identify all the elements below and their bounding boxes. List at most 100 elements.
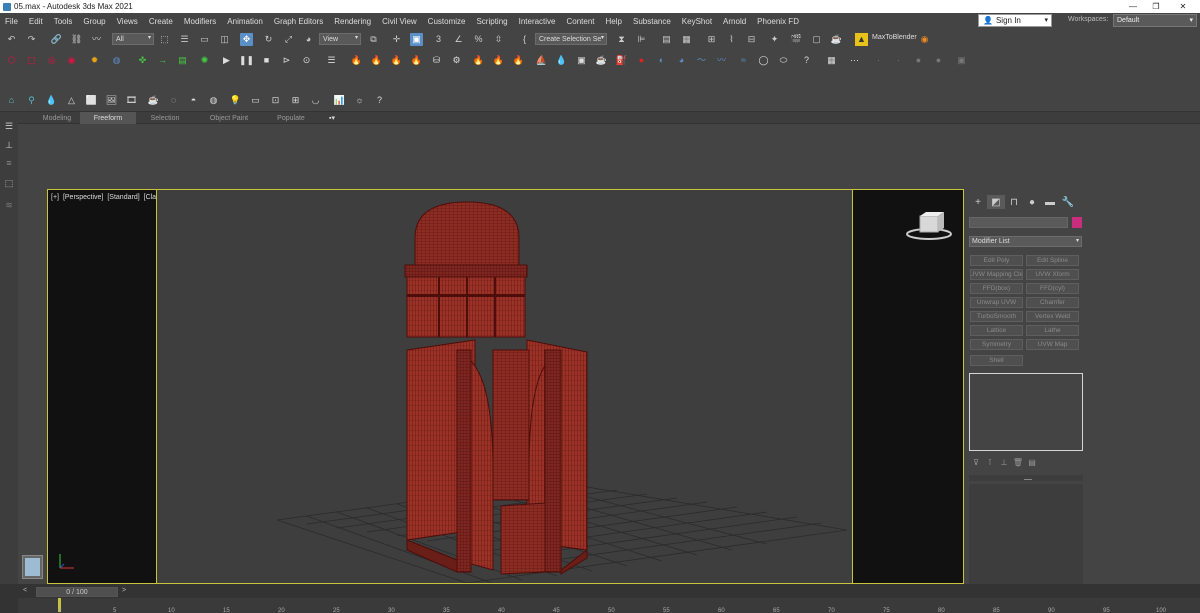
phoenix-foam-icon[interactable]: ≈ [737, 54, 750, 67]
menu-rendering[interactable]: Rendering [334, 17, 371, 26]
modifier-list-dropdown[interactable]: Modifier List ▾ [969, 236, 1082, 247]
material-editor-icon[interactable]: ✦ [768, 33, 781, 46]
menu-edit[interactable]: Edit [29, 17, 43, 26]
select-by-name-icon[interactable]: ☰ [178, 33, 191, 46]
make-unique-icon[interactable]: ⊥ [997, 457, 1011, 468]
panel-icon[interactable]: ▭ [249, 94, 262, 107]
mirror-icon[interactable]: ⧗ [615, 33, 628, 46]
phoenix-smoke-icon[interactable]: 🔥 [390, 54, 403, 67]
unlink-icon[interactable]: ⛓ [70, 33, 83, 46]
rectangular-selection-icon[interactable]: ▭ [198, 33, 211, 46]
viewport-shading-standard[interactable]: [Standard] [107, 194, 139, 201]
reset-icon[interactable]: ⊙ [300, 54, 313, 67]
show-end-result-icon[interactable]: ⊺ [983, 457, 997, 468]
modifier-shell-button[interactable]: Shell [970, 355, 1023, 366]
minimize-button[interactable]: — [1122, 0, 1144, 13]
object-name-field[interactable] [969, 217, 1068, 228]
phoenix-cup-icon[interactable]: ⛁ [430, 54, 443, 67]
place-icon[interactable]: ◕ [302, 33, 315, 46]
phoenix-red-icon[interactable]: ● [635, 54, 648, 67]
chart-icon[interactable]: 📊 [333, 94, 346, 107]
schematic-view-icon[interactable]: ⊟ [745, 33, 758, 46]
dots-icon[interactable]: ⋯ [848, 54, 861, 67]
box-icon[interactable]: ▢ [25, 54, 38, 67]
phoenix-ocean-icon[interactable]: 🔥 [512, 54, 525, 67]
display-icon[interactable]: ⬚ [3, 177, 15, 189]
phoenix-fire-icon[interactable]: 🔥 [350, 54, 363, 67]
plane-icon[interactable]: ⬜ [85, 94, 98, 107]
max-to-blender-label[interactable]: MaxToBlender [872, 34, 917, 41]
selection-filter-dropdown[interactable]: All ▾ [112, 33, 154, 45]
display-tab-icon[interactable]: ▬ [1041, 195, 1059, 209]
maximize-button[interactable]: ❐ [1145, 0, 1167, 13]
pause-icon[interactable]: ❚❚ [239, 54, 254, 67]
cone-icon[interactable]: △ [65, 94, 78, 107]
modifier-edit-poly-button[interactable]: Edit Poly [970, 255, 1023, 266]
helper-icon[interactable]: ✜ [136, 54, 149, 67]
blender-icon[interactable]: ◉ [918, 33, 931, 46]
phoenix-flame-icon[interactable]: 🔥 [472, 54, 485, 67]
modifier-stack[interactable] [969, 373, 1083, 451]
move-icon[interactable]: ✥ [240, 33, 253, 46]
help-circle-icon[interactable]: ? [373, 94, 386, 107]
phoenix-sea-icon[interactable]: 〰 [715, 54, 728, 67]
time-slider[interactable]: 0 / 100 [36, 587, 118, 597]
window-crossing-icon[interactable]: ◫ [218, 33, 231, 46]
geometry-icon[interactable]: ⬡ [5, 54, 18, 67]
dim-circle2-icon[interactable]: ● [932, 54, 945, 67]
dim-square-icon[interactable]: ▣ [955, 54, 968, 67]
angle-snap-icon[interactable]: ∠ [452, 33, 465, 46]
rendered-frame-window-icon[interactable]: ▢ [810, 33, 823, 46]
time-prev-button[interactable]: < [23, 587, 27, 594]
image-icon[interactable]: 🖼 [105, 94, 118, 107]
close-button[interactable]: ✕ [1172, 0, 1194, 13]
cylinder-icon[interactable]: ◉ [65, 54, 78, 67]
hierarchy-icon[interactable]: ⊥ [3, 139, 15, 151]
sphere-light-icon[interactable]: ◌ [167, 94, 180, 107]
pin-stack-icon[interactable]: ⊽ [969, 457, 983, 468]
menu-content[interactable]: Content [567, 17, 595, 26]
lamp-icon[interactable]: ⌂ [5, 94, 18, 107]
remove-modifier-icon[interactable]: 🗑 [1011, 457, 1025, 468]
particle-icon[interactable]: ✺ [198, 54, 211, 67]
render-setup-icon[interactable]: 🎬 [790, 33, 803, 46]
help-icon[interactable]: ? [800, 54, 813, 67]
phoenix-mesh-icon[interactable]: ◯ [757, 54, 770, 67]
viewport-layout-icon[interactable] [22, 555, 43, 579]
undo-icon[interactable]: ↶ [5, 33, 18, 46]
phoenix-ball-icon[interactable]: ◐ [655, 54, 668, 67]
viewcube-icon[interactable] [904, 212, 954, 242]
frame-icon[interactable]: ⊡ [269, 94, 282, 107]
viewport-scene[interactable] [156, 190, 853, 583]
modifier-chamfer-button[interactable]: Chamfer [1026, 297, 1079, 308]
light-bulb-icon[interactable]: ⚲ [25, 94, 38, 107]
curve-editor-icon[interactable]: ⌇ [725, 33, 738, 46]
menu-views[interactable]: Views [117, 17, 138, 26]
motion-tab-icon[interactable]: ● [1023, 195, 1041, 209]
dim-dot2-icon[interactable]: · [892, 54, 905, 67]
modifier-uvw-xform-button[interactable]: UVW Xform [1026, 269, 1079, 280]
phoenix-grid-icon[interactable]: ▦ [825, 54, 838, 67]
modifier-uvw-mapping-clear-button[interactable]: UVW Mapping Cle [970, 269, 1023, 280]
sphere-icon[interactable]: ◎ [45, 54, 58, 67]
menu-arnold[interactable]: Arnold [723, 17, 746, 26]
object-color-swatch[interactable] [1072, 217, 1082, 228]
viewport-view-label[interactable]: [Perspective] [63, 194, 103, 201]
sidebar-option-icon[interactable]: ≋ [3, 199, 15, 211]
ies-icon[interactable]: ◍ [207, 94, 220, 107]
rotate-icon[interactable]: ↻ [262, 33, 275, 46]
dome-icon[interactable]: ◓ [187, 94, 200, 107]
droplet-icon[interactable]: 💧 [45, 94, 58, 107]
create-tab-icon[interactable]: + [969, 195, 987, 209]
teapot-icon[interactable]: ☕ [147, 94, 160, 107]
time-next-button[interactable]: > [122, 587, 126, 594]
step-icon[interactable]: ⊳ [280, 54, 293, 67]
bind-space-warp-icon[interactable]: 〰 [90, 33, 103, 46]
percent-snap-icon[interactable]: % [472, 33, 485, 46]
scene-explorer-icon[interactable]: ☰ [3, 120, 15, 132]
align-icon[interactable]: ⊫ [635, 33, 648, 46]
film-icon[interactable]: 🎞 [125, 94, 138, 107]
dim-circle-icon[interactable]: ● [912, 54, 925, 67]
tab-selection[interactable]: Selection [140, 112, 190, 124]
utilities-tab-icon[interactable]: 🔧 [1059, 195, 1077, 209]
